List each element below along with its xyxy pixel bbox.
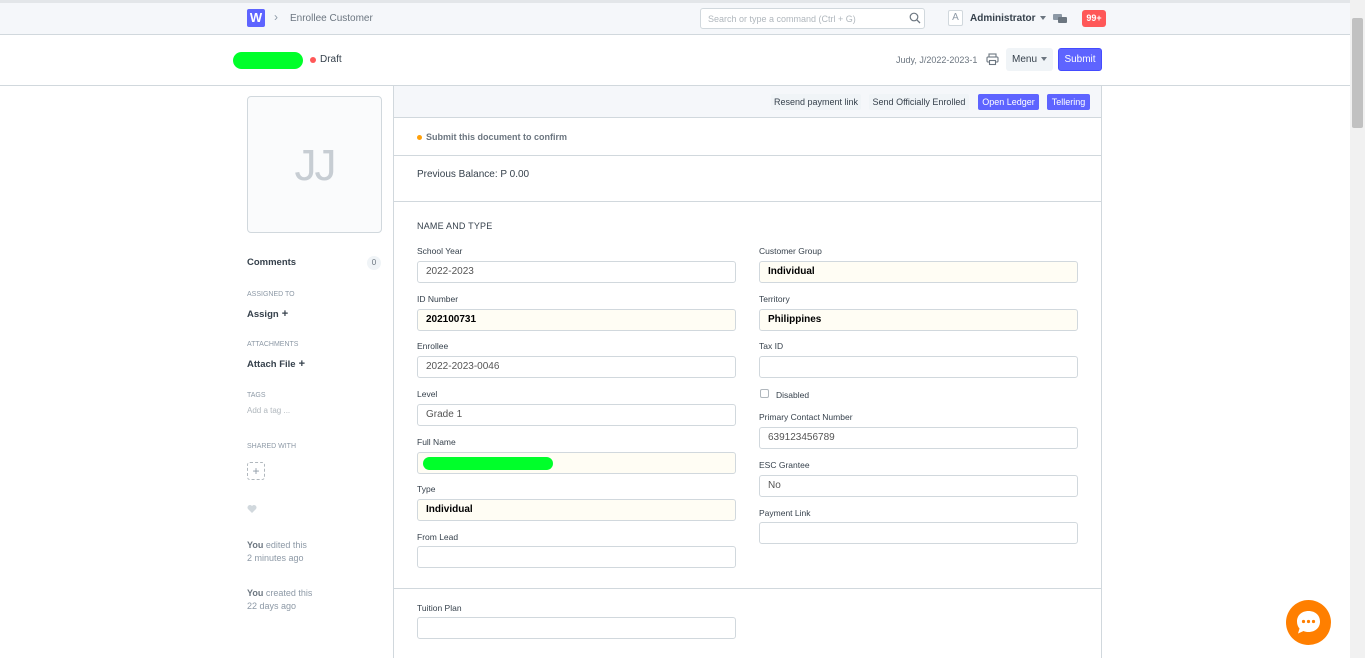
tax-id-field[interactable] [759,356,1078,378]
chat-bubble-icon [1297,611,1320,634]
chevron-right-icon: › [274,10,278,24]
timeline-item: You edited this 2 minutes ago [247,539,307,565]
previous-balance: Previous Balance: P 0.00 [417,169,530,180]
comments-label[interactable]: Comments [247,257,296,268]
form-layout: Resend payment link Send Officially Enro… [393,86,1102,658]
chat-widget-button[interactable] [1286,600,1331,645]
id-number-label: ID Number [417,294,459,304]
send-officially-enrolled-button[interactable]: Send Officially Enrolled [869,94,969,110]
search-icon[interactable] [909,12,921,24]
customer-group-label: Customer Group [759,246,822,256]
resend-payment-link-button[interactable]: Resend payment link [771,94,861,110]
territory-field[interactable]: Philippines [759,309,1078,331]
tuition-plan-label: Tuition Plan [417,603,462,613]
disabled-label: Disabled [776,390,810,400]
from-lead-label: From Lead [417,532,459,542]
school-year-field[interactable]: 2022-2023 [417,261,736,283]
open-ledger-button[interactable]: Open Ledger [978,94,1039,110]
page-head: Draft Judy, J/2022-2023-1 Menu Submit [0,35,1350,86]
comments-count: 0 [367,256,381,270]
tax-id-label: Tax ID [759,341,784,351]
alert-text: Submit this document to confirm [426,132,567,142]
timeline-action: created this [263,588,313,598]
section-title: NAME AND TYPE [417,221,493,231]
scrollbar-thumb[interactable] [1352,18,1363,128]
document-id: Judy, J/2022-2023-1 [896,55,978,65]
enrollee-field[interactable]: 2022-2023-0046 [417,356,736,378]
timeline-who: You [247,588,264,598]
page-scrollbar[interactable] [1350,0,1365,658]
attachments-label: ATTACHMENTS [247,341,299,348]
attach-file-label: Attach File [247,359,296,370]
plus-icon: + [298,358,305,370]
type-field[interactable]: Individual [417,499,736,521]
timeline-when: 2 minutes ago [247,553,304,563]
breadcrumb[interactable]: Enrollee Customer [290,13,373,24]
disabled-checkbox[interactable] [760,389,769,398]
full-name-label: Full Name [417,437,456,447]
user-menu[interactable]: Administrator [970,13,1046,24]
level-field[interactable]: Grade 1 [417,404,736,426]
full-name-redacted [423,457,553,470]
form-toolbar: Resend payment link Send Officially Enro… [394,86,1101,118]
chat-icon[interactable] [1053,13,1067,25]
school-year-label: School Year [417,246,463,256]
submit-button[interactable]: Submit [1058,48,1102,71]
timeline-item: You created this 22 days ago [247,587,312,613]
user-name: Administrator [970,13,1036,24]
tags-label: TAGS [247,392,266,399]
id-number-field[interactable]: 202100731 [417,309,736,331]
notification-badge[interactable]: 99+ [1082,10,1106,27]
navbar: W › Enrollee Customer A Administrator 99… [0,0,1350,35]
form-alert: Submit this document to confirm [394,118,1101,156]
type-label: Type [417,484,436,494]
menu-button[interactable]: Menu [1006,48,1053,71]
customer-group-field[interactable]: Individual [759,261,1078,283]
print-icon[interactable] [986,53,999,66]
user-avatar[interactable]: A [948,10,963,26]
page-title-redacted [233,52,303,69]
payment-link-field[interactable] [759,522,1078,544]
assign-button[interactable]: Assign + [247,308,288,320]
balance-section: Previous Balance: P 0.00 [394,156,1101,202]
assigned-to-label: ASSIGNED TO [247,291,295,298]
section-divider [394,588,1101,589]
esc-grantee-field[interactable]: No [759,475,1078,497]
timeline-who: You [247,540,264,550]
timeline-when: 22 days ago [247,601,297,611]
add-tag-link[interactable]: Add a tag ... [247,406,290,415]
assign-label: Assign [247,309,279,320]
alert-dot-icon [417,135,422,140]
timeline-action: edited this [263,540,307,550]
primary-contact-field[interactable]: 639123456789 [759,427,1078,449]
full-name-field[interactable] [417,452,736,474]
caret-down-icon [1041,57,1047,62]
shared-with-label: SHARED WITH [247,443,296,450]
payment-link-label: Payment Link [759,508,811,518]
menu-label: Menu [1011,54,1037,65]
heart-icon[interactable] [247,504,257,514]
level-label: Level [417,389,438,399]
app-logo[interactable]: W [247,9,265,27]
status-badge: Draft [320,54,342,65]
primary-contact-label: Primary Contact Number [759,412,853,422]
enrollee-label: Enrollee [417,341,449,351]
tellering-button[interactable]: Tellering [1047,94,1090,110]
tuition-plan-field[interactable] [417,617,736,639]
search-input[interactable] [700,8,925,29]
esc-grantee-label: ESC Grantee [759,460,810,470]
share-add-button[interactable]: + [247,462,265,480]
plus-icon: + [281,308,289,320]
from-lead-field[interactable] [417,546,736,568]
attach-file-button[interactable]: Attach File + [247,358,305,370]
territory-label: Territory [759,294,790,304]
status-dot-icon [310,57,316,63]
caret-down-icon [1039,16,1046,21]
sidebar-avatar: JJ [247,96,382,233]
